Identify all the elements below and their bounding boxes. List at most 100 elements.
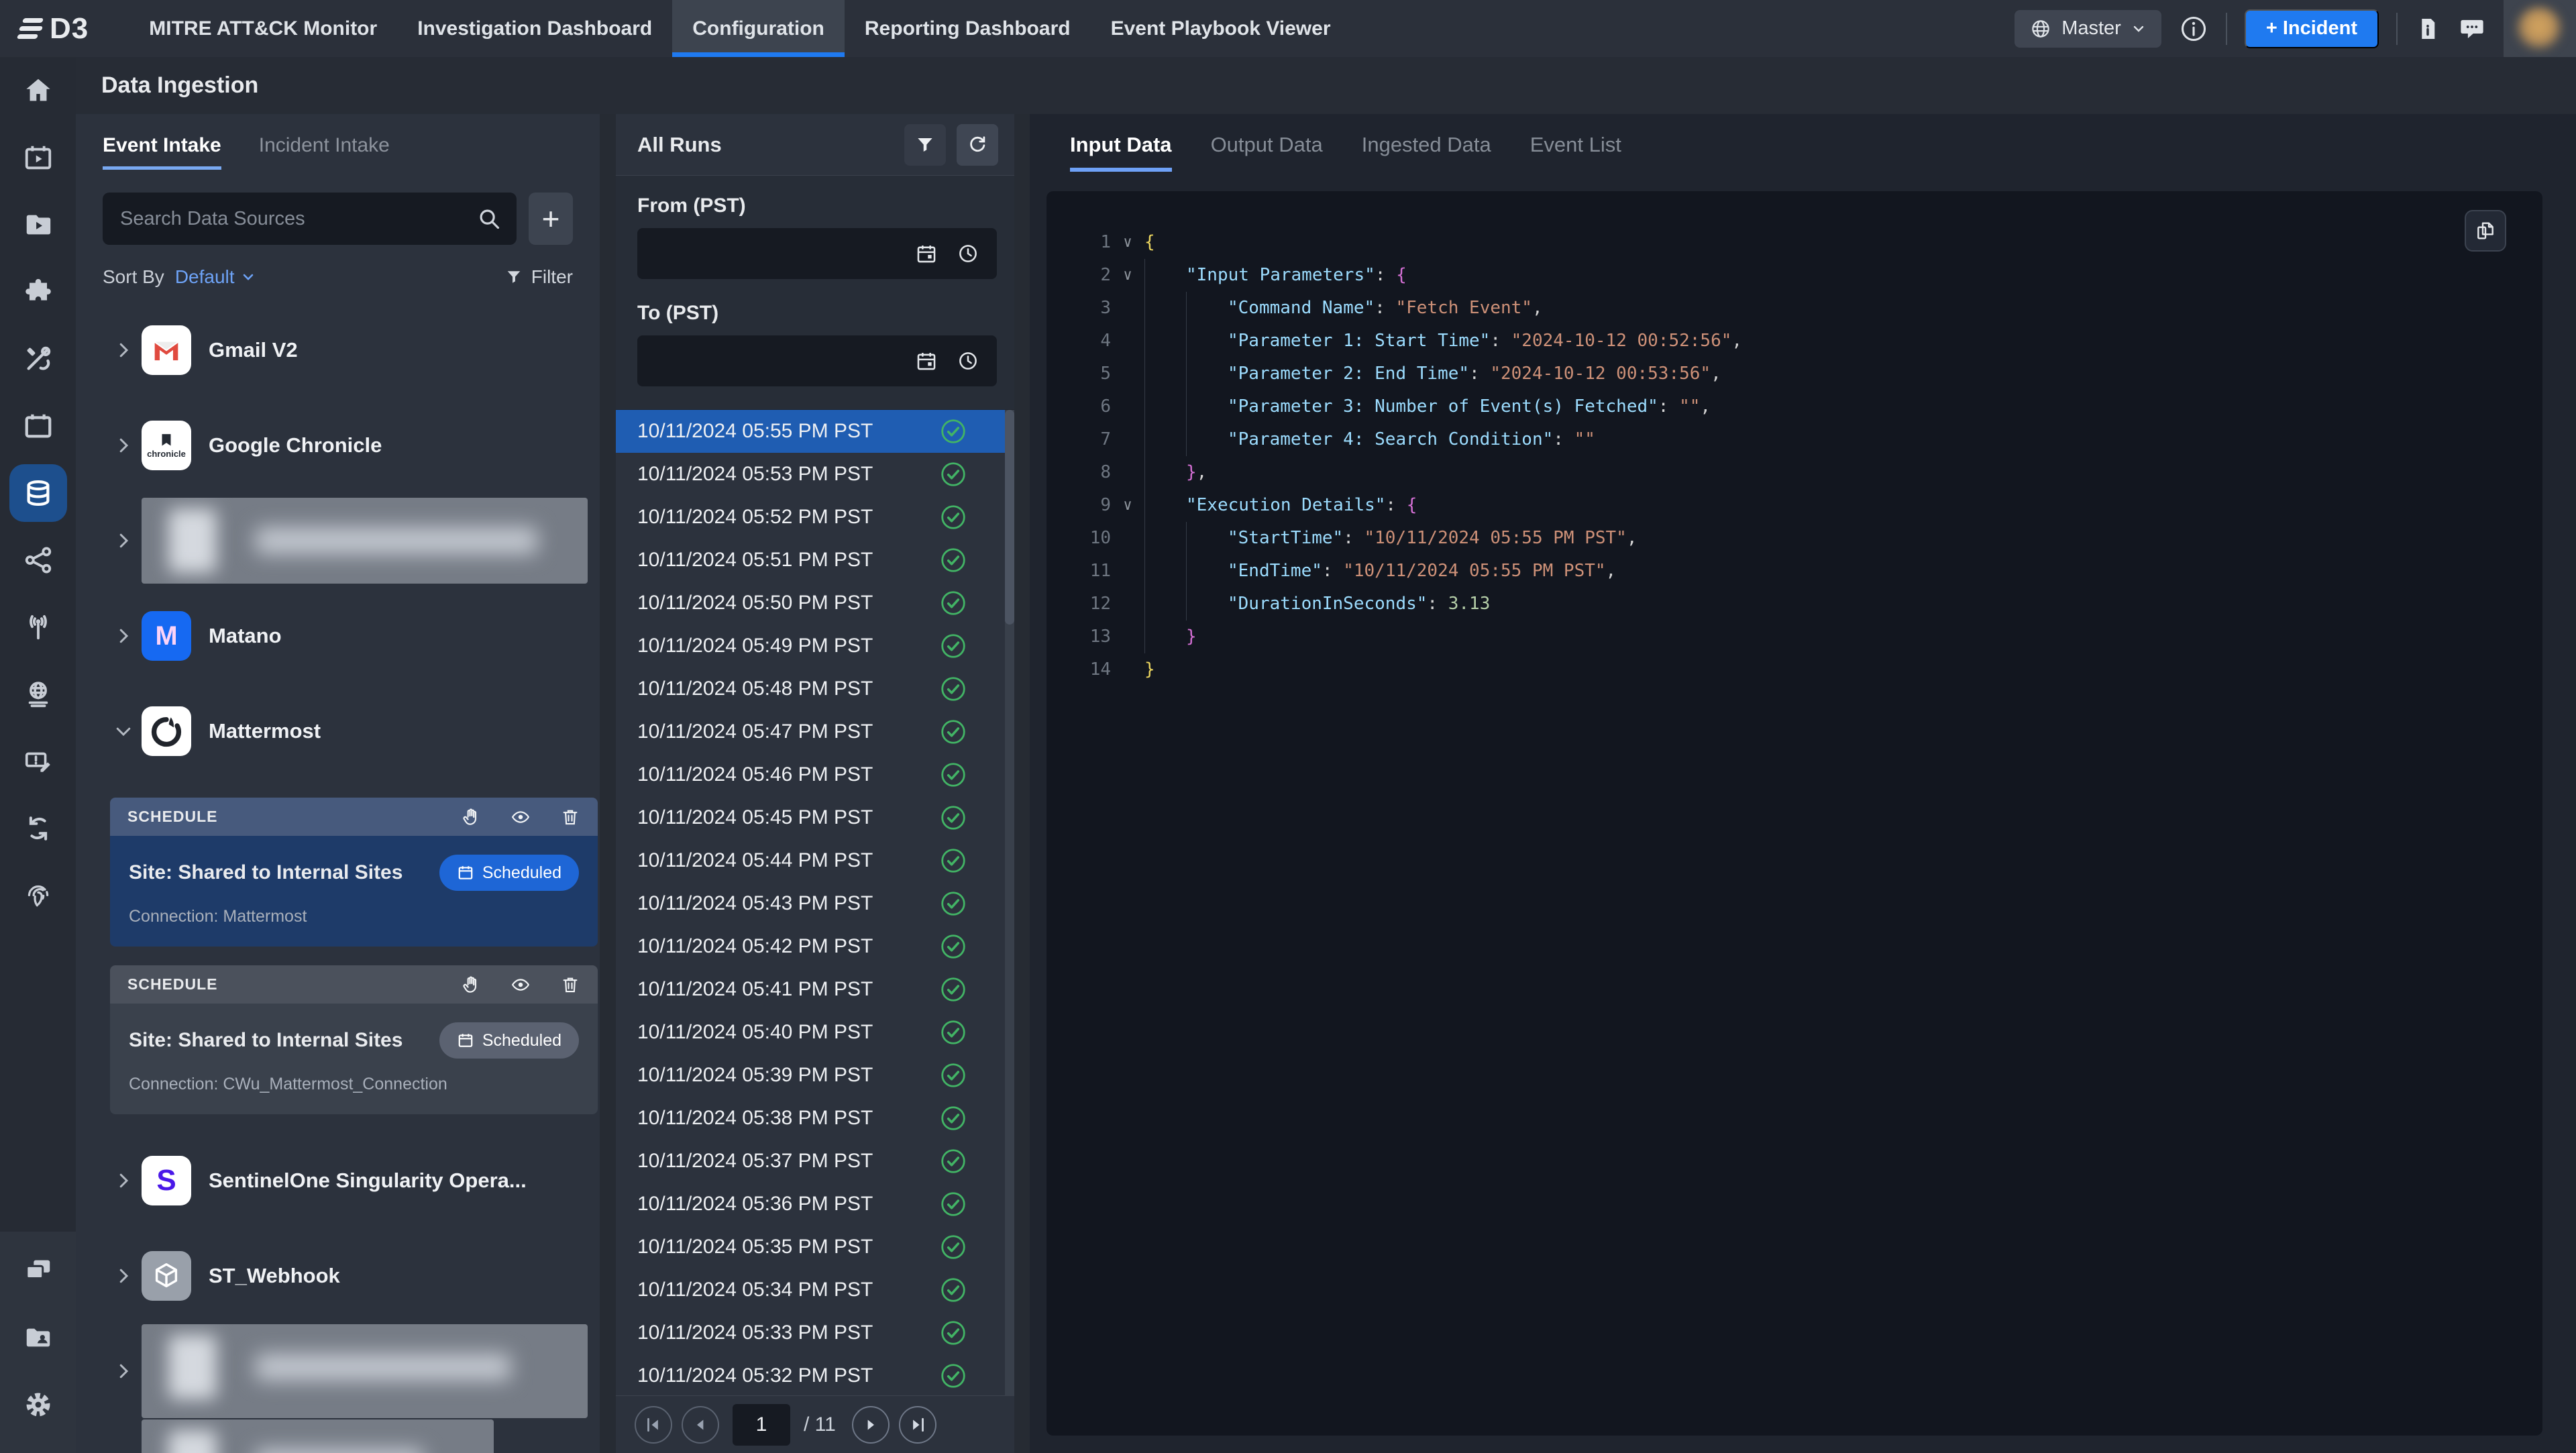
chevron-down-icon[interactable] bbox=[113, 721, 142, 741]
sidebar-playbook-schedule-icon[interactable] bbox=[0, 124, 76, 191]
run-list-scrollbar[interactable] bbox=[1005, 410, 1014, 1395]
clock-icon[interactable] bbox=[957, 242, 979, 265]
sidebar-settings-gear-icon[interactable] bbox=[0, 1371, 76, 1438]
fold-toggle-icon[interactable]: ∨ bbox=[1111, 226, 1144, 259]
page-number-input[interactable]: 1 bbox=[733, 1404, 790, 1446]
run-row[interactable]: 10/11/2024 05:41 PM PST bbox=[616, 968, 1014, 1011]
run-row[interactable]: 10/11/2024 05:40 PM PST bbox=[616, 1011, 1014, 1054]
sort-by-dropdown[interactable]: Default bbox=[175, 266, 256, 288]
run-row[interactable]: 10/11/2024 05:44 PM PST bbox=[616, 839, 1014, 882]
run-row[interactable]: 10/11/2024 05:52 PM PST bbox=[616, 496, 1014, 539]
chat-feedback-icon[interactable] bbox=[2458, 15, 2486, 43]
run-row[interactable]: 10/11/2024 05:55 PM PST bbox=[616, 410, 1014, 453]
run-row[interactable]: 10/11/2024 05:36 PM PST bbox=[616, 1183, 1014, 1226]
run-row[interactable]: 10/11/2024 05:45 PM PST bbox=[616, 796, 1014, 839]
nav-reporting-dashboard[interactable]: Reporting Dashboard bbox=[845, 0, 1091, 57]
chevron-right-icon[interactable] bbox=[113, 340, 142, 360]
run-row[interactable]: 10/11/2024 05:46 PM PST bbox=[616, 753, 1014, 796]
tab-event-list[interactable]: Event List bbox=[1530, 133, 1621, 172]
run-row[interactable]: 10/11/2024 05:47 PM PST bbox=[616, 710, 1014, 753]
chevron-right-icon[interactable] bbox=[113, 1266, 142, 1286]
tab-ingested-data[interactable]: Ingested Data bbox=[1362, 133, 1491, 172]
add-data-source-button[interactable]: + bbox=[529, 193, 573, 245]
sidebar-connections-share-icon[interactable] bbox=[0, 527, 76, 594]
next-page-button[interactable] bbox=[852, 1406, 890, 1444]
nav-event-playbook-viewer[interactable]: Event Playbook Viewer bbox=[1091, 0, 1351, 57]
manual-run-hand-icon[interactable] bbox=[461, 975, 481, 995]
clock-icon[interactable] bbox=[957, 349, 979, 372]
source-row-redacted[interactable] bbox=[76, 493, 600, 588]
last-page-button[interactable] bbox=[899, 1406, 936, 1444]
nav-mitre-attack-monitor[interactable]: MITRE ATT&CK Monitor bbox=[129, 0, 397, 57]
run-row[interactable]: 10/11/2024 05:51 PM PST bbox=[616, 539, 1014, 582]
sidebar-fingerprint-icon[interactable] bbox=[0, 862, 76, 929]
tab-input-data[interactable]: Input Data bbox=[1070, 133, 1172, 172]
d3-logo[interactable]: D3 bbox=[17, 12, 89, 46]
calendar-icon[interactable] bbox=[915, 242, 938, 265]
run-row[interactable]: 10/11/2024 05:49 PM PST bbox=[616, 625, 1014, 667]
delete-trash-icon[interactable] bbox=[560, 807, 580, 827]
filter-button[interactable]: Filter bbox=[504, 266, 573, 288]
run-row[interactable]: 10/11/2024 05:32 PM PST bbox=[616, 1354, 1014, 1395]
run-row[interactable]: 10/11/2024 05:48 PM PST bbox=[616, 667, 1014, 710]
run-row[interactable]: 10/11/2024 05:33 PM PST bbox=[616, 1311, 1014, 1354]
runs-refresh-button[interactable] bbox=[957, 124, 998, 166]
sidebar-web-intel-globe-icon[interactable] bbox=[0, 661, 76, 728]
nav-configuration[interactable]: Configuration bbox=[672, 0, 845, 57]
sidebar-data-ingestion-database-icon[interactable] bbox=[0, 460, 76, 527]
previous-page-button[interactable] bbox=[682, 1406, 719, 1444]
run-row[interactable]: 10/11/2024 05:43 PM PST bbox=[616, 882, 1014, 925]
info-icon[interactable] bbox=[2179, 14, 2208, 44]
manual-run-hand-icon[interactable] bbox=[461, 807, 481, 827]
run-row[interactable]: 10/11/2024 05:34 PM PST bbox=[616, 1269, 1014, 1311]
source-row-gmail[interactable]: Gmail V2 bbox=[76, 303, 600, 398]
run-row[interactable]: 10/11/2024 05:35 PM PST bbox=[616, 1226, 1014, 1269]
tab-output-data[interactable]: Output Data bbox=[1211, 133, 1323, 172]
chevron-right-icon[interactable] bbox=[113, 531, 142, 551]
schedule-card-selected[interactable]: SCHEDULE Site: Shared to Internal Sites … bbox=[110, 798, 598, 947]
chevron-right-icon[interactable] bbox=[113, 1171, 142, 1191]
calendar-icon[interactable] bbox=[915, 349, 938, 372]
from-datetime-input[interactable] bbox=[637, 228, 997, 279]
run-row[interactable]: 10/11/2024 05:53 PM PST bbox=[616, 453, 1014, 496]
run-row[interactable]: 10/11/2024 05:42 PM PST bbox=[616, 925, 1014, 968]
sidebar-contacts-folder-icon[interactable] bbox=[0, 1304, 76, 1371]
chevron-right-icon[interactable] bbox=[113, 1361, 142, 1381]
search-data-sources-input[interactable] bbox=[103, 193, 517, 245]
source-row-redacted[interactable] bbox=[76, 1419, 600, 1453]
sidebar-windows-copy-icon[interactable] bbox=[0, 1237, 76, 1304]
sidebar-incident-report-edit-icon[interactable] bbox=[0, 728, 76, 795]
source-row-matano[interactable]: M Matano bbox=[76, 588, 600, 684]
source-row-st-webhook[interactable]: ST_Webhook bbox=[76, 1228, 600, 1324]
site-selector-dropdown[interactable]: Master bbox=[2015, 10, 2161, 48]
sidebar-sync-icon[interactable] bbox=[0, 795, 76, 862]
preview-eye-icon[interactable] bbox=[511, 807, 531, 827]
sidebar-utility-tools-icon[interactable] bbox=[0, 325, 76, 392]
tab-incident-intake[interactable]: Incident Intake bbox=[259, 134, 390, 170]
source-row-mattermost[interactable]: Mattermost bbox=[76, 684, 600, 779]
fold-toggle-icon[interactable]: ∨ bbox=[1111, 489, 1144, 522]
source-row-redacted[interactable] bbox=[76, 1324, 600, 1419]
source-row-sentinelone[interactable]: S SentinelOne Singularity Opera... bbox=[76, 1133, 600, 1228]
tab-event-intake[interactable]: Event Intake bbox=[103, 134, 221, 170]
chevron-right-icon[interactable] bbox=[113, 435, 142, 455]
chevron-right-icon[interactable] bbox=[113, 626, 142, 646]
sidebar-integrations-puzzle-icon[interactable] bbox=[0, 258, 76, 325]
user-avatar[interactable] bbox=[2504, 0, 2576, 57]
source-row-google-chronicle[interactable]: chronicle Google Chronicle bbox=[76, 398, 600, 493]
scrollbar-thumb[interactable] bbox=[1005, 410, 1014, 625]
sidebar-broadcast-antenna-icon[interactable] bbox=[0, 594, 76, 661]
copy-code-button[interactable] bbox=[2465, 210, 2506, 252]
release-notes-icon[interactable] bbox=[2415, 16, 2440, 42]
sidebar-calendar-icon[interactable] bbox=[0, 392, 76, 460]
sidebar-video-library-icon[interactable] bbox=[0, 191, 76, 258]
json-code-viewer[interactable]: 1∨{2∨"Input Parameters": {3"Command Name… bbox=[1046, 191, 2542, 1436]
run-row[interactable]: 10/11/2024 05:50 PM PST bbox=[616, 582, 1014, 625]
schedule-card[interactable]: SCHEDULE Site: Shared to Internal Sites … bbox=[110, 965, 598, 1114]
runs-filter-button[interactable] bbox=[904, 124, 946, 166]
fold-toggle-icon[interactable]: ∨ bbox=[1111, 259, 1144, 292]
add-incident-button[interactable]: + Incident bbox=[2245, 9, 2379, 48]
sidebar-home-icon[interactable] bbox=[0, 57, 76, 124]
nav-investigation-dashboard[interactable]: Investigation Dashboard bbox=[397, 0, 672, 57]
run-row[interactable]: 10/11/2024 05:39 PM PST bbox=[616, 1054, 1014, 1097]
